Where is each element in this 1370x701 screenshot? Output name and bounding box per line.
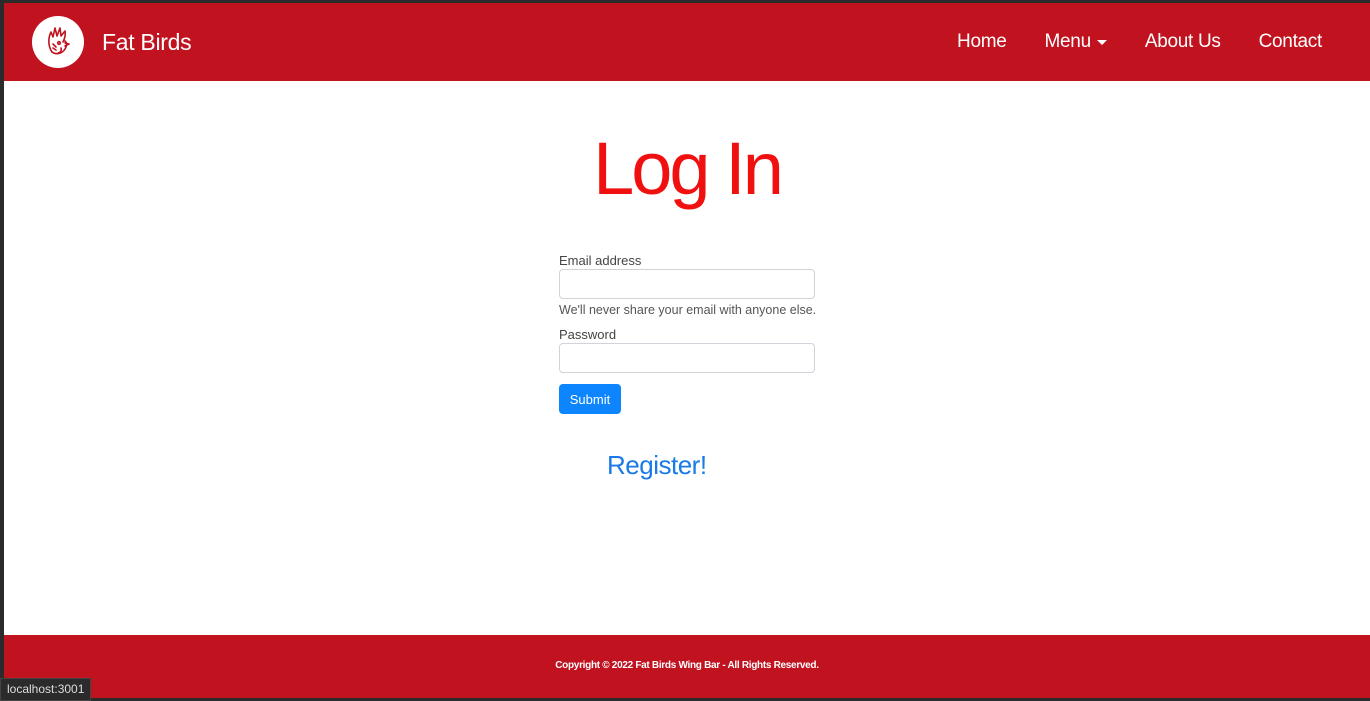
nav-links: Home Menu About Us Contact (919, 3, 1322, 81)
password-label: Password (559, 327, 617, 342)
nav-home[interactable]: Home (957, 31, 1007, 53)
navbar: Fat Birds Home Menu About Us Contact (4, 3, 1370, 81)
caret-down-icon (1096, 39, 1107, 45)
nav-contact[interactable]: Contact (1259, 31, 1323, 53)
nav-menu-dropdown[interactable]: Menu (1045, 31, 1107, 53)
status-bar-url: localhost:3001 (0, 678, 92, 701)
email-label: Email address (559, 253, 642, 268)
email-help-text: We'll never share your email with anyone… (559, 303, 817, 317)
browser-frame: Fat Birds Home Menu About Us Contact Log… (0, 0, 1370, 701)
submit-button[interactable]: Submit (559, 384, 621, 414)
register-link[interactable]: Register! (607, 450, 707, 481)
nav-about-us[interactable]: About Us (1145, 31, 1221, 53)
page: Fat Birds Home Menu About Us Contact Log… (4, 3, 1370, 698)
email-field[interactable] (559, 269, 815, 299)
footer: Copyright © 2022 Fat Birds Wing Bar - Al… (4, 635, 1370, 698)
brand-name: Fat Birds (102, 28, 192, 55)
nav-menu-label: Menu (1044, 31, 1092, 52)
rooster-logo-icon (32, 16, 84, 68)
password-field[interactable] (559, 343, 815, 373)
login-form: Email address We'll never share your ema… (559, 253, 817, 373)
page-title: Log In (593, 127, 784, 210)
brand-link[interactable]: Fat Birds (32, 16, 192, 68)
footer-copyright: Copyright © 2022 Fat Birds Wing Bar - Al… (555, 660, 819, 671)
